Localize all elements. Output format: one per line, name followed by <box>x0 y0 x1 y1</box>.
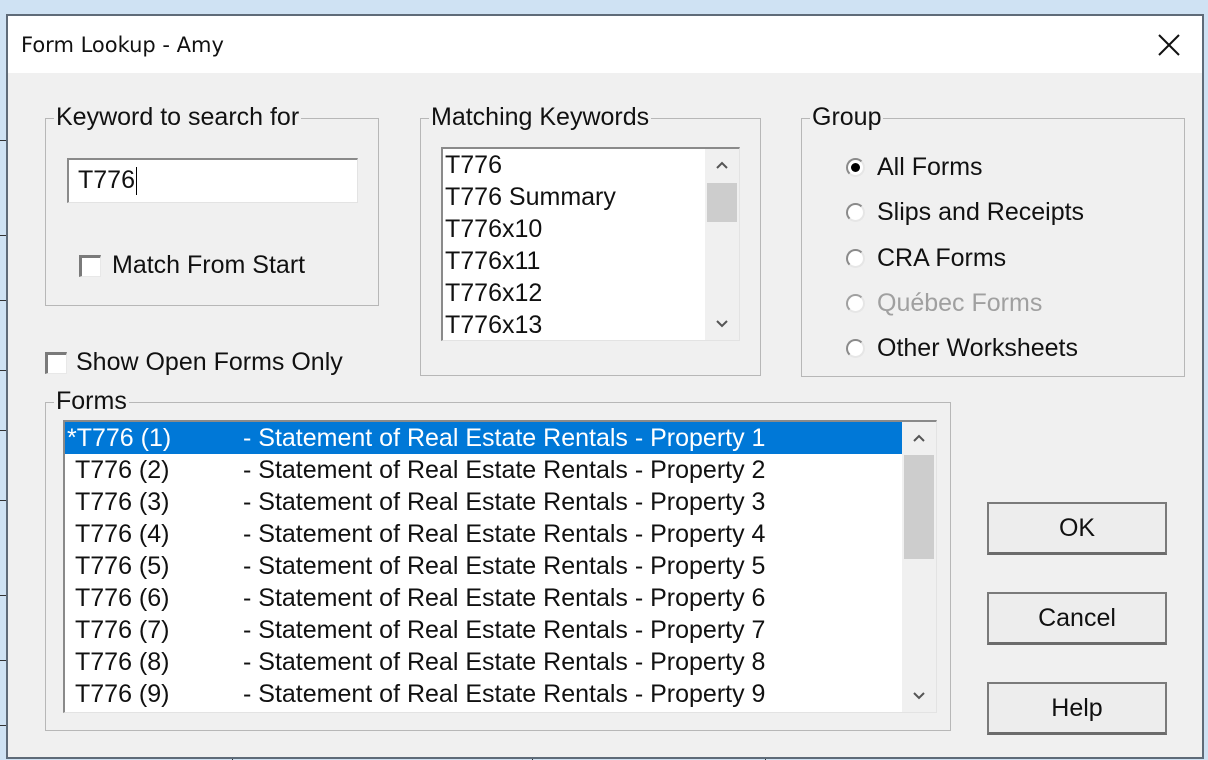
form-list-row[interactable]: T776 (6) - Statement of Real Estate Renta… <box>65 582 903 614</box>
dialog-title: Form Lookup - Amy <box>21 33 224 57</box>
text-caret <box>135 167 137 196</box>
keyword-list-item[interactable]: T776 <box>443 149 616 181</box>
keyword-list-item[interactable]: T776 Summary <box>443 181 616 213</box>
chevron-up-icon <box>913 434 925 442</box>
group-option-all-forms[interactable]: All Forms <box>846 153 983 182</box>
form-description: - Statement of Real Estate Rentals - Pro… <box>243 424 766 452</box>
form-description: - Statement of Real Estate Rentals - Pro… <box>243 616 766 644</box>
match-from-start-label: Match From Start <box>112 251 306 279</box>
show-open-forms-only-checkbox[interactable]: Show Open Forms Only <box>45 348 343 377</box>
form-code: T776 (5) <box>75 552 170 580</box>
form-code: *T776 (1) <box>67 424 172 452</box>
help-button[interactable]: Help <box>987 682 1167 735</box>
chevron-down-icon <box>716 320 728 328</box>
radio-button <box>846 293 865 313</box>
form-description: - Statement of Real Estate Rentals - Pro… <box>243 488 766 516</box>
scroll-down-button[interactable] <box>902 680 936 712</box>
forms-legend: Forms <box>54 387 129 415</box>
group-option-cra-forms[interactable]: CRA Forms <box>846 244 1006 273</box>
keyword-group-legend: Keyword to search for <box>54 103 302 131</box>
form-description: - Statement of Real Estate Rentals - Pro… <box>243 584 766 612</box>
forms-group: Forms *T776 (1) - Statement of Real Estat… <box>45 387 951 731</box>
form-code: T776 (2) <box>75 456 170 484</box>
chevron-down-icon <box>913 692 925 700</box>
form-code: T776 (8) <box>75 648 170 676</box>
match-from-start-box[interactable] <box>79 254 101 277</box>
radio-selected-dot <box>851 163 860 172</box>
form-list-row[interactable]: T776 (9) - Statement of Real Estate Renta… <box>65 678 903 710</box>
form-description: - Statement of Real Estate Rentals - Pro… <box>243 680 766 708</box>
chevron-up-icon <box>716 161 728 169</box>
matching-keywords-group: Matching Keywords T776 T776 Summary T776x1… <box>420 103 761 376</box>
close-button[interactable] <box>1154 30 1184 60</box>
keyword-group: Keyword to search for T776 Match From St… <box>45 103 379 306</box>
form-code: T776 (3) <box>75 488 170 516</box>
radio-label: Slips and Receipts <box>877 198 1085 227</box>
form-lookup-dialog: Form Lookup - Amy Keyword to search for … <box>6 14 1204 759</box>
form-code: T776 (4) <box>75 520 170 548</box>
scroll-thumb[interactable] <box>904 455 934 559</box>
form-description: - Statement of Real Estate Rentals - Pro… <box>243 552 766 580</box>
radio-label: CRA Forms <box>877 243 1007 272</box>
ok-button[interactable]: OK <box>987 502 1167 555</box>
close-icon <box>1158 34 1180 56</box>
keyword-input[interactable]: T776 <box>67 158 358 203</box>
forms-items: *T776 (1) - Statement of Real Estate Rent… <box>65 422 903 710</box>
title-bar[interactable]: Form Lookup - Amy <box>8 16 1202 73</box>
matching-keywords-list[interactable]: T776 T776 Summary T776x10 T776x11 T776x12 T77… <box>441 147 740 341</box>
form-list-row[interactable]: T776 (4) - Statement of Real Estate Renta… <box>65 518 903 550</box>
scroll-down-button[interactable] <box>705 308 739 340</box>
keyword-input-value: T776 <box>78 166 135 194</box>
form-code: T776 (7) <box>75 616 170 644</box>
radio-button[interactable] <box>846 339 865 359</box>
keyword-list-item[interactable]: T776x13 <box>443 309 616 340</box>
keywords-scrollbar[interactable] <box>705 149 739 340</box>
show-open-forms-only-box[interactable] <box>45 351 67 374</box>
scroll-up-button[interactable] <box>902 422 936 454</box>
form-list-row[interactable]: T776 (2) - Statement of Real Estate Renta… <box>65 454 903 486</box>
form-description: - Statement of Real Estate Rentals - Pro… <box>243 648 766 676</box>
radio-button[interactable] <box>846 203 865 223</box>
form-code: T776 (9) <box>75 680 170 708</box>
forms-scrollbar[interactable] <box>902 422 936 712</box>
scroll-up-button[interactable] <box>705 149 739 181</box>
keyword-list-item[interactable]: T776x11 <box>443 245 616 277</box>
form-list-row[interactable]: T776 (5) - Statement of Real Estate Renta… <box>65 550 903 582</box>
form-code: T776 (6) <box>75 584 170 612</box>
matching-keywords-items: T776 T776 Summary T776x10 T776x11 T776x12 T77… <box>443 149 616 340</box>
match-from-start-checkbox[interactable]: Match From Start <box>79 251 305 280</box>
matching-keywords-legend: Matching Keywords <box>429 103 652 131</box>
group-option-other-worksheets[interactable]: Other Worksheets <box>846 334 1078 363</box>
radio-button[interactable] <box>846 248 865 268</box>
form-list-row[interactable]: T776 (3) - Statement of Real Estate Renta… <box>65 486 903 518</box>
keyword-list-item[interactable]: T776x10 <box>443 213 616 245</box>
scroll-thumb[interactable] <box>707 183 737 222</box>
cancel-button[interactable]: Cancel <box>987 592 1167 645</box>
form-list-row[interactable]: *T776 (1) - Statement of Real Estate Rent… <box>65 422 903 454</box>
group-filter: Group All Forms Slips and Receipts CRA For… <box>801 103 1185 377</box>
keyword-list-item[interactable]: T776x12 <box>443 277 616 309</box>
show-open-forms-only-label: Show Open Forms Only <box>76 348 343 376</box>
radio-label: All Forms <box>877 153 983 181</box>
group-option-slips-and-receipts[interactable]: Slips and Receipts <box>846 198 1084 227</box>
form-list-row[interactable]: T776 (8) - Statement of Real Estate Renta… <box>65 646 903 678</box>
form-description: - Statement of Real Estate Rentals - Pro… <box>243 456 766 484</box>
form-list-row[interactable]: T776 (7) - Statement of Real Estate Renta… <box>65 614 903 646</box>
radio-label: Other Worksheets <box>877 334 1079 363</box>
radio-button[interactable] <box>846 158 865 177</box>
form-description: - Statement of Real Estate Rentals - Pro… <box>243 520 766 548</box>
forms-list[interactable]: *T776 (1) - Statement of Real Estate Rent… <box>63 420 937 713</box>
group-option-qu-bec-forms: Québec Forms <box>846 289 1042 318</box>
group-legend: Group <box>810 103 884 131</box>
radio-label: Québec Forms <box>877 288 1043 317</box>
